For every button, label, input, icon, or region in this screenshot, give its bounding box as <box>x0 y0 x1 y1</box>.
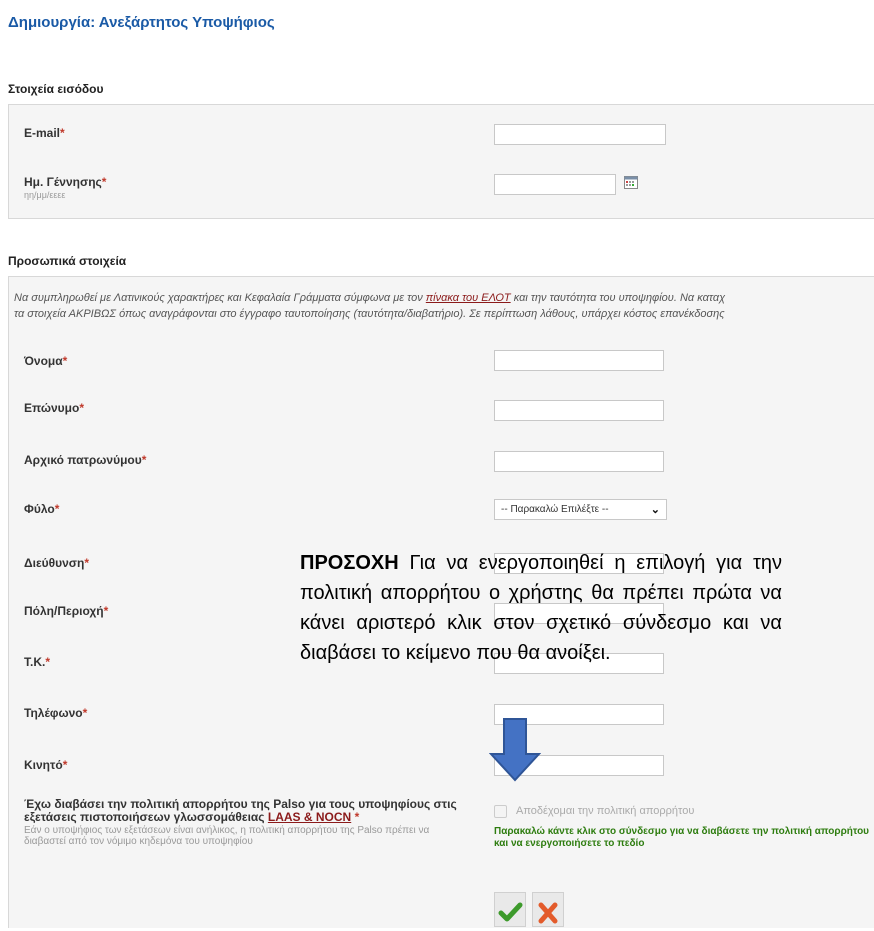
cross-icon <box>538 902 558 924</box>
dob-label: Ημ. Γέννησης* <box>24 175 107 189</box>
privacy-instruction-message: Παρακαλώ κάντε κλικ στο σύνδεσμο για να … <box>494 826 869 849</box>
section-title-login: Στοιχεία εισόδου <box>8 82 104 96</box>
section-title-personal: Προσωπικά στοιχεία <box>8 254 127 268</box>
minor-guardian-hint: Εάν ο υποψήφιος των εξετάσεων είναι ανήλ… <box>24 825 430 847</box>
page-title: Δημιουργία: Ανεξάρτητος Υποψήφιος <box>8 14 275 31</box>
arrow-down-icon <box>489 718 541 782</box>
privacy-accept-label: Αποδέχομαι την πολιτική απορρήτου <box>516 805 695 817</box>
dob-format-hint: ηη/μμ/εεεε <box>24 190 66 200</box>
dob-field[interactable] <box>494 174 616 195</box>
father-initial-field[interactable] <box>494 451 664 472</box>
email-field[interactable] <box>494 124 666 145</box>
email-label: E-mail* <box>24 126 65 140</box>
first-name-field[interactable] <box>494 350 664 371</box>
father-initial-label: Αρχικό πατρωνύμου* <box>24 453 147 467</box>
address-label: Διεύθυνση* <box>24 556 89 570</box>
submit-button[interactable] <box>494 892 526 927</box>
gender-select[interactable]: -- Παρακαλώ Επιλέξτε -- ⌄ <box>494 499 667 520</box>
chevron-down-icon: ⌄ <box>650 504 660 516</box>
attention-annotation: ΠΡΟΣΟΧΗ Για να ενεργοποιηθεί η επιλογή γ… <box>300 552 782 664</box>
login-section-box <box>8 104 874 219</box>
check-icon <box>498 902 523 922</box>
cancel-button[interactable] <box>532 892 564 927</box>
calendar-icon[interactable] <box>624 176 638 189</box>
first-name-label: Όνομα* <box>24 354 68 368</box>
postal-code-label: Τ.Κ.* <box>24 655 51 669</box>
city-label: Πόλη/Περιοχή* <box>24 604 109 618</box>
phone-label: Τηλέφωνο* <box>24 706 88 720</box>
last-name-field[interactable] <box>494 400 664 421</box>
privacy-accept-checkbox[interactable] <box>494 805 507 818</box>
last-name-label: Επώνυμο* <box>24 401 84 415</box>
laas-nocn-link[interactable]: LAAS & NOCN <box>268 810 351 824</box>
mobile-label: Κινητό* <box>24 758 68 772</box>
privacy-policy-label: Έχω διαβάσει την πολιτική απορρήτου της … <box>24 797 457 824</box>
elot-table-link[interactable]: πίνακα του ΕΛΟΤ <box>426 292 511 304</box>
latin-characters-note: Να συμπληρωθεί με Λατινικούς χαρακτήρες … <box>14 292 726 320</box>
gender-label: Φύλο* <box>24 502 60 516</box>
